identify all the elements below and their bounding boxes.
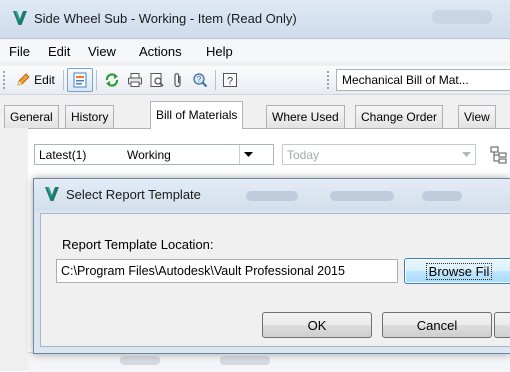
date-dropdown[interactable]: Today [282, 144, 476, 165]
help-magnifier-icon: ? [193, 73, 208, 88]
structure-view-button[interactable] [490, 146, 510, 164]
menu-actions[interactable]: Actions [139, 44, 182, 59]
refresh-button[interactable] [100, 68, 124, 92]
print-preview-button[interactable] [146, 68, 168, 92]
left-gutter [0, 128, 28, 371]
blurred-grid-text [220, 356, 270, 365]
version-value: Latest(1) [39, 148, 87, 162]
dialog-title: Select Report Template [66, 187, 201, 202]
tree-structure-icon [490, 146, 507, 164]
printer-icon [128, 73, 142, 87]
toolbar-separator [215, 70, 216, 90]
tab-bill-of-materials[interactable]: Bill of Materials [150, 101, 244, 129]
tab-view[interactable]: View [458, 105, 496, 128]
refresh-icon [105, 73, 119, 87]
print-button[interactable] [124, 68, 146, 92]
help-button[interactable]: ? [219, 68, 241, 92]
browse-files-label: Browse Fil [425, 262, 493, 280]
svg-text:?: ? [227, 76, 233, 88]
tab-panel-border [28, 128, 510, 129]
tab-where-used[interactable]: Where Used [266, 105, 345, 128]
blurred-column-header [330, 191, 394, 201]
blurred-column-header [246, 191, 298, 201]
menu-help[interactable]: Help [206, 44, 233, 59]
help-search-button[interactable]: ? [188, 68, 212, 92]
date-value: Today [287, 148, 320, 162]
window-title: Side Wheel Sub - Working - Item (Read On… [34, 11, 297, 26]
blurred-grid-text [120, 356, 160, 365]
menu-bar [0, 40, 510, 62]
svg-text:?: ? [197, 75, 202, 84]
toolbar-separator [63, 70, 64, 90]
print-preview-icon [150, 73, 164, 87]
toolbar-grip[interactable] [3, 71, 7, 89]
template-location-input[interactable] [56, 259, 398, 283]
menu-edit[interactable]: Edit [48, 44, 70, 59]
edit-button-label: Edit [34, 73, 55, 87]
menu-view[interactable]: View [88, 44, 116, 59]
attachment-button[interactable] [168, 68, 188, 92]
item-view-button[interactable] [67, 68, 93, 92]
template-location-label: Report Template Location: [62, 237, 214, 252]
edit-button[interactable]: Edit [9, 68, 61, 92]
toolbar-separator [96, 70, 97, 90]
bom-view-dropdown[interactable]: Mechanical Bill of Mat... [336, 69, 510, 91]
state-value: Working [127, 148, 171, 162]
additional-button[interactable] [494, 312, 510, 338]
pencil-icon [17, 73, 30, 86]
tab-general[interactable]: General [4, 105, 59, 128]
toolbar-grip[interactable] [327, 71, 331, 89]
cancel-button[interactable]: Cancel [382, 312, 492, 338]
vault-logo-icon [45, 187, 59, 201]
version-dropdown-arrow[interactable] [239, 145, 257, 164]
chevron-down-icon [462, 151, 471, 157]
browse-files-button[interactable]: Browse Fil [404, 258, 510, 284]
help-icon: ? [223, 73, 237, 88]
tab-history[interactable]: History [65, 105, 115, 128]
item-document-icon [73, 72, 87, 88]
date-dropdown-arrow[interactable] [458, 145, 475, 164]
chevron-down-icon [244, 151, 253, 157]
title-bar-blurred-area [432, 10, 492, 24]
version-dropdown[interactable]: Latest(1) Working [34, 144, 274, 165]
vault-logo-icon [13, 11, 27, 25]
paperclip-icon [174, 73, 181, 88]
blurred-column-header [422, 191, 462, 201]
menu-file[interactable]: File [9, 44, 30, 59]
tab-change-order[interactable]: Change Order [355, 105, 444, 128]
ok-button[interactable]: OK [262, 312, 372, 338]
